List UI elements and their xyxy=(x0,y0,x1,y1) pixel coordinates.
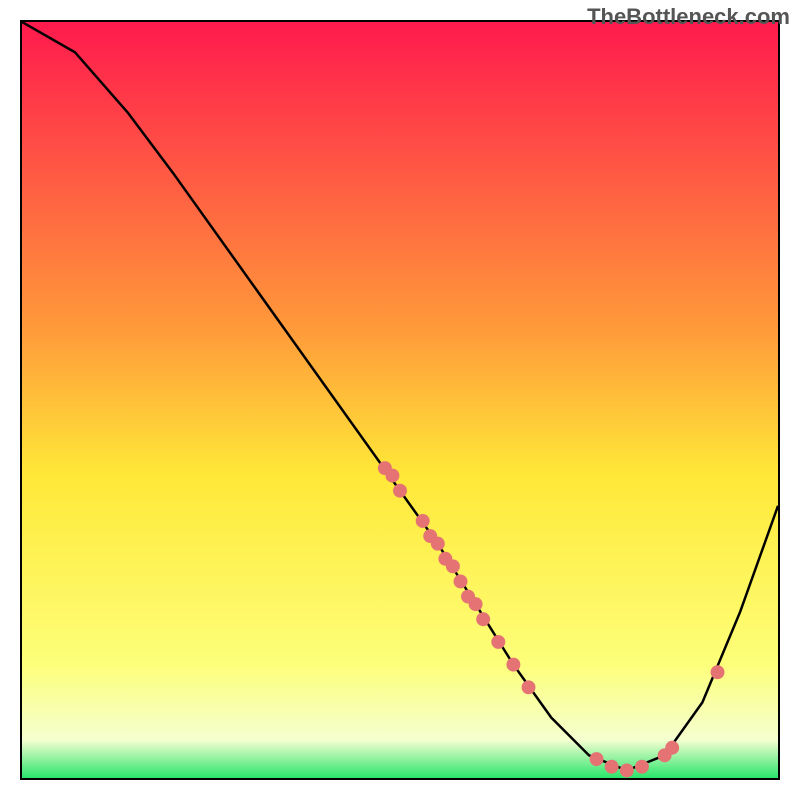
data-marker xyxy=(431,537,445,551)
data-marker xyxy=(385,469,399,483)
data-marker xyxy=(469,597,483,611)
chart-container: TheBottleneck.com xyxy=(0,0,800,800)
data-marker xyxy=(393,484,407,498)
data-marker xyxy=(711,665,725,679)
plot-area xyxy=(20,20,780,780)
data-marker xyxy=(446,559,460,573)
data-marker xyxy=(454,574,468,588)
data-marker xyxy=(506,658,520,672)
data-marker xyxy=(620,763,634,777)
watermark-text: TheBottleneck.com xyxy=(587,4,790,30)
data-marker xyxy=(522,680,536,694)
data-marker xyxy=(605,760,619,774)
data-marker xyxy=(635,760,649,774)
data-marker xyxy=(665,741,679,755)
curve-layer xyxy=(22,22,778,778)
data-markers xyxy=(378,461,725,777)
data-marker xyxy=(590,752,604,766)
data-marker xyxy=(491,635,505,649)
bottleneck-curve xyxy=(22,22,778,770)
data-marker xyxy=(416,514,430,528)
data-marker xyxy=(476,612,490,626)
